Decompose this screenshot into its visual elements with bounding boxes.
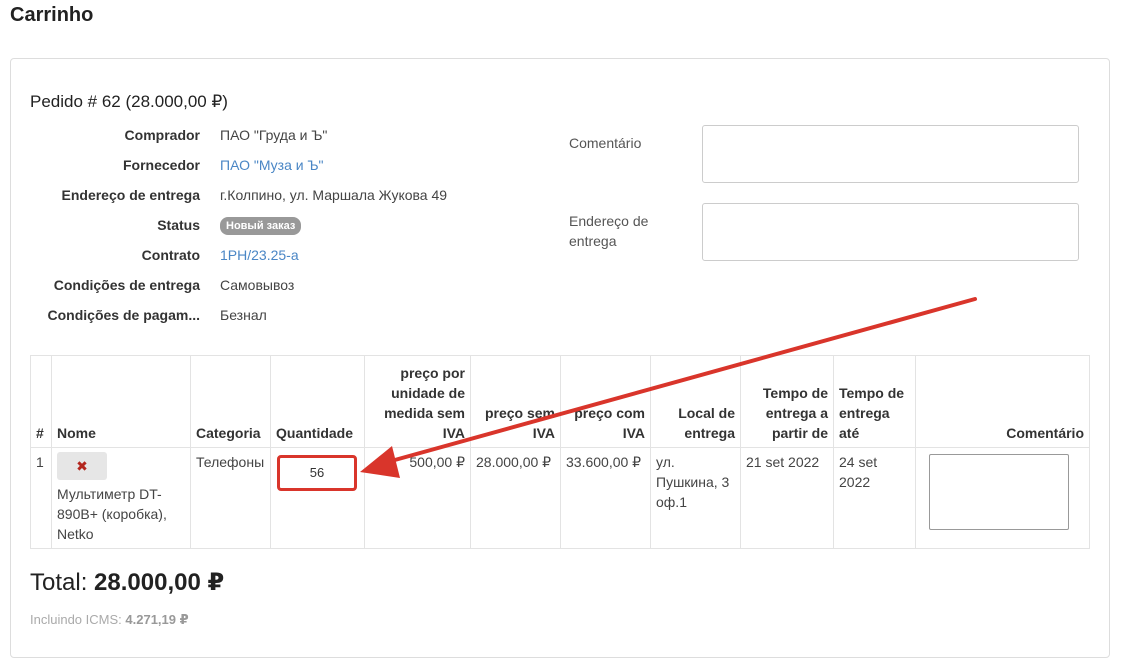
row-location: ул. Пушкина, 3 оф.1 [650,447,741,549]
info-row-supplier: Fornecedor ПАО "Муза и Ъ" [0,154,540,184]
delivery-terms-value: Самовывоз [220,277,295,293]
supplier-label: Fornecedor [122,157,200,173]
col-name-header: Nome [51,355,191,448]
table-header-row: # Nome Categoria Quantidade preço por un… [30,355,1090,448]
quantity-input[interactable]: 56 [277,455,357,491]
delivery-terms-label: Condições de entrega [53,277,200,293]
total: Total: 28.000,00 ₽ [30,568,224,597]
address-label: Endereço de entrega [61,187,201,203]
col-from-header: Tempo de entrega a partir de [740,355,834,448]
payment-terms-label: Condições de pagam... [47,307,200,323]
info-row-payment-terms: Condições de pagam... Безнал [0,304,540,334]
col-price-vat-header: preço com IVA [560,355,651,448]
row-price-vat: 33.600,00 ₽ [560,447,651,549]
items-table: # Nome Categoria Quantidade preço por un… [30,355,1090,549]
row-name: Мультиметр DT-890B+ (коробка), Netko [57,486,167,542]
icms-value: 4.271,19 ₽ [125,612,189,627]
row-index: 1 [30,447,52,549]
contract-label: Contrato [141,247,200,263]
col-price-no-vat-header: preço sem IVA [470,355,561,448]
row-to: 24 set 2022 [833,447,916,549]
row-unit-price: 500,00 ₽ [364,447,471,549]
col-to-header: Tempo de entrega até [833,355,916,448]
info-row-status: Status Новый заказ [0,214,540,244]
page-title: Carrinho [10,4,94,26]
icms-info: Incluindo ICMS: 4.271,19 ₽ [30,612,189,628]
comment-label: Comentário [569,135,642,151]
row-comment-cell [915,447,1090,549]
contract-link[interactable]: 1РН/23.25-а [220,244,299,266]
order-title: Pedido # 62 (28.000,00 ₽) [30,92,228,111]
total-label: Total: [30,569,88,596]
comment-textarea[interactable] [702,125,1079,183]
row-category: Телефоны [190,447,271,549]
row-name-cell: ✖ Мультиметр DT-890B+ (коробка), Netko [51,447,191,549]
table-row: 1 ✖ Мультиметр DT-890B+ (коробка), Netko… [30,447,1090,549]
info-row-buyer: Comprador ПАО "Груда и Ъ" [0,124,540,154]
buyer-value: ПАО "Груда и Ъ" [220,127,328,143]
row-quantity-cell: 56 [270,447,365,549]
col-comment-header: Comentário [915,355,1090,448]
col-quantity-header: Quantidade [270,355,365,448]
buyer-label: Comprador [124,127,200,143]
row-from: 21 set 2022 [740,447,834,549]
info-row-address: Endereço de entrega г.Колпино, ул. Марша… [0,184,540,214]
col-category-header: Categoria [190,355,271,448]
supplier-link[interactable]: ПАО "Муза и Ъ" [220,154,324,176]
info-row-delivery-terms: Condições de entrega Самовывоз [0,274,540,304]
status-value: Новый заказ [220,214,302,236]
status-label: Status [157,217,200,233]
row-price-no-vat: 28.000,00 ₽ [470,447,561,549]
icms-label: Incluindo ICMS: [30,612,122,627]
col-index-header: # [30,355,52,448]
delivery-address-label: Endereço de entrega [569,213,649,249]
delete-item-button[interactable]: ✖ [57,452,107,480]
row-comment-textarea[interactable] [929,454,1069,530]
address-value: г.Колпино, ул. Маршала Жукова 49 [220,187,448,203]
info-row-contract: Contrato 1РН/23.25-а [0,244,540,274]
payment-terms-value: Безнал [220,307,267,323]
col-unit-price-header: preço por unidade de medida sem IVA [364,355,471,448]
total-value: 28.000,00 ₽ [94,569,225,596]
status-badge: Новый заказ [220,217,302,236]
col-location-header: Local de entrega [650,355,741,448]
delivery-address-textarea[interactable] [702,203,1079,261]
